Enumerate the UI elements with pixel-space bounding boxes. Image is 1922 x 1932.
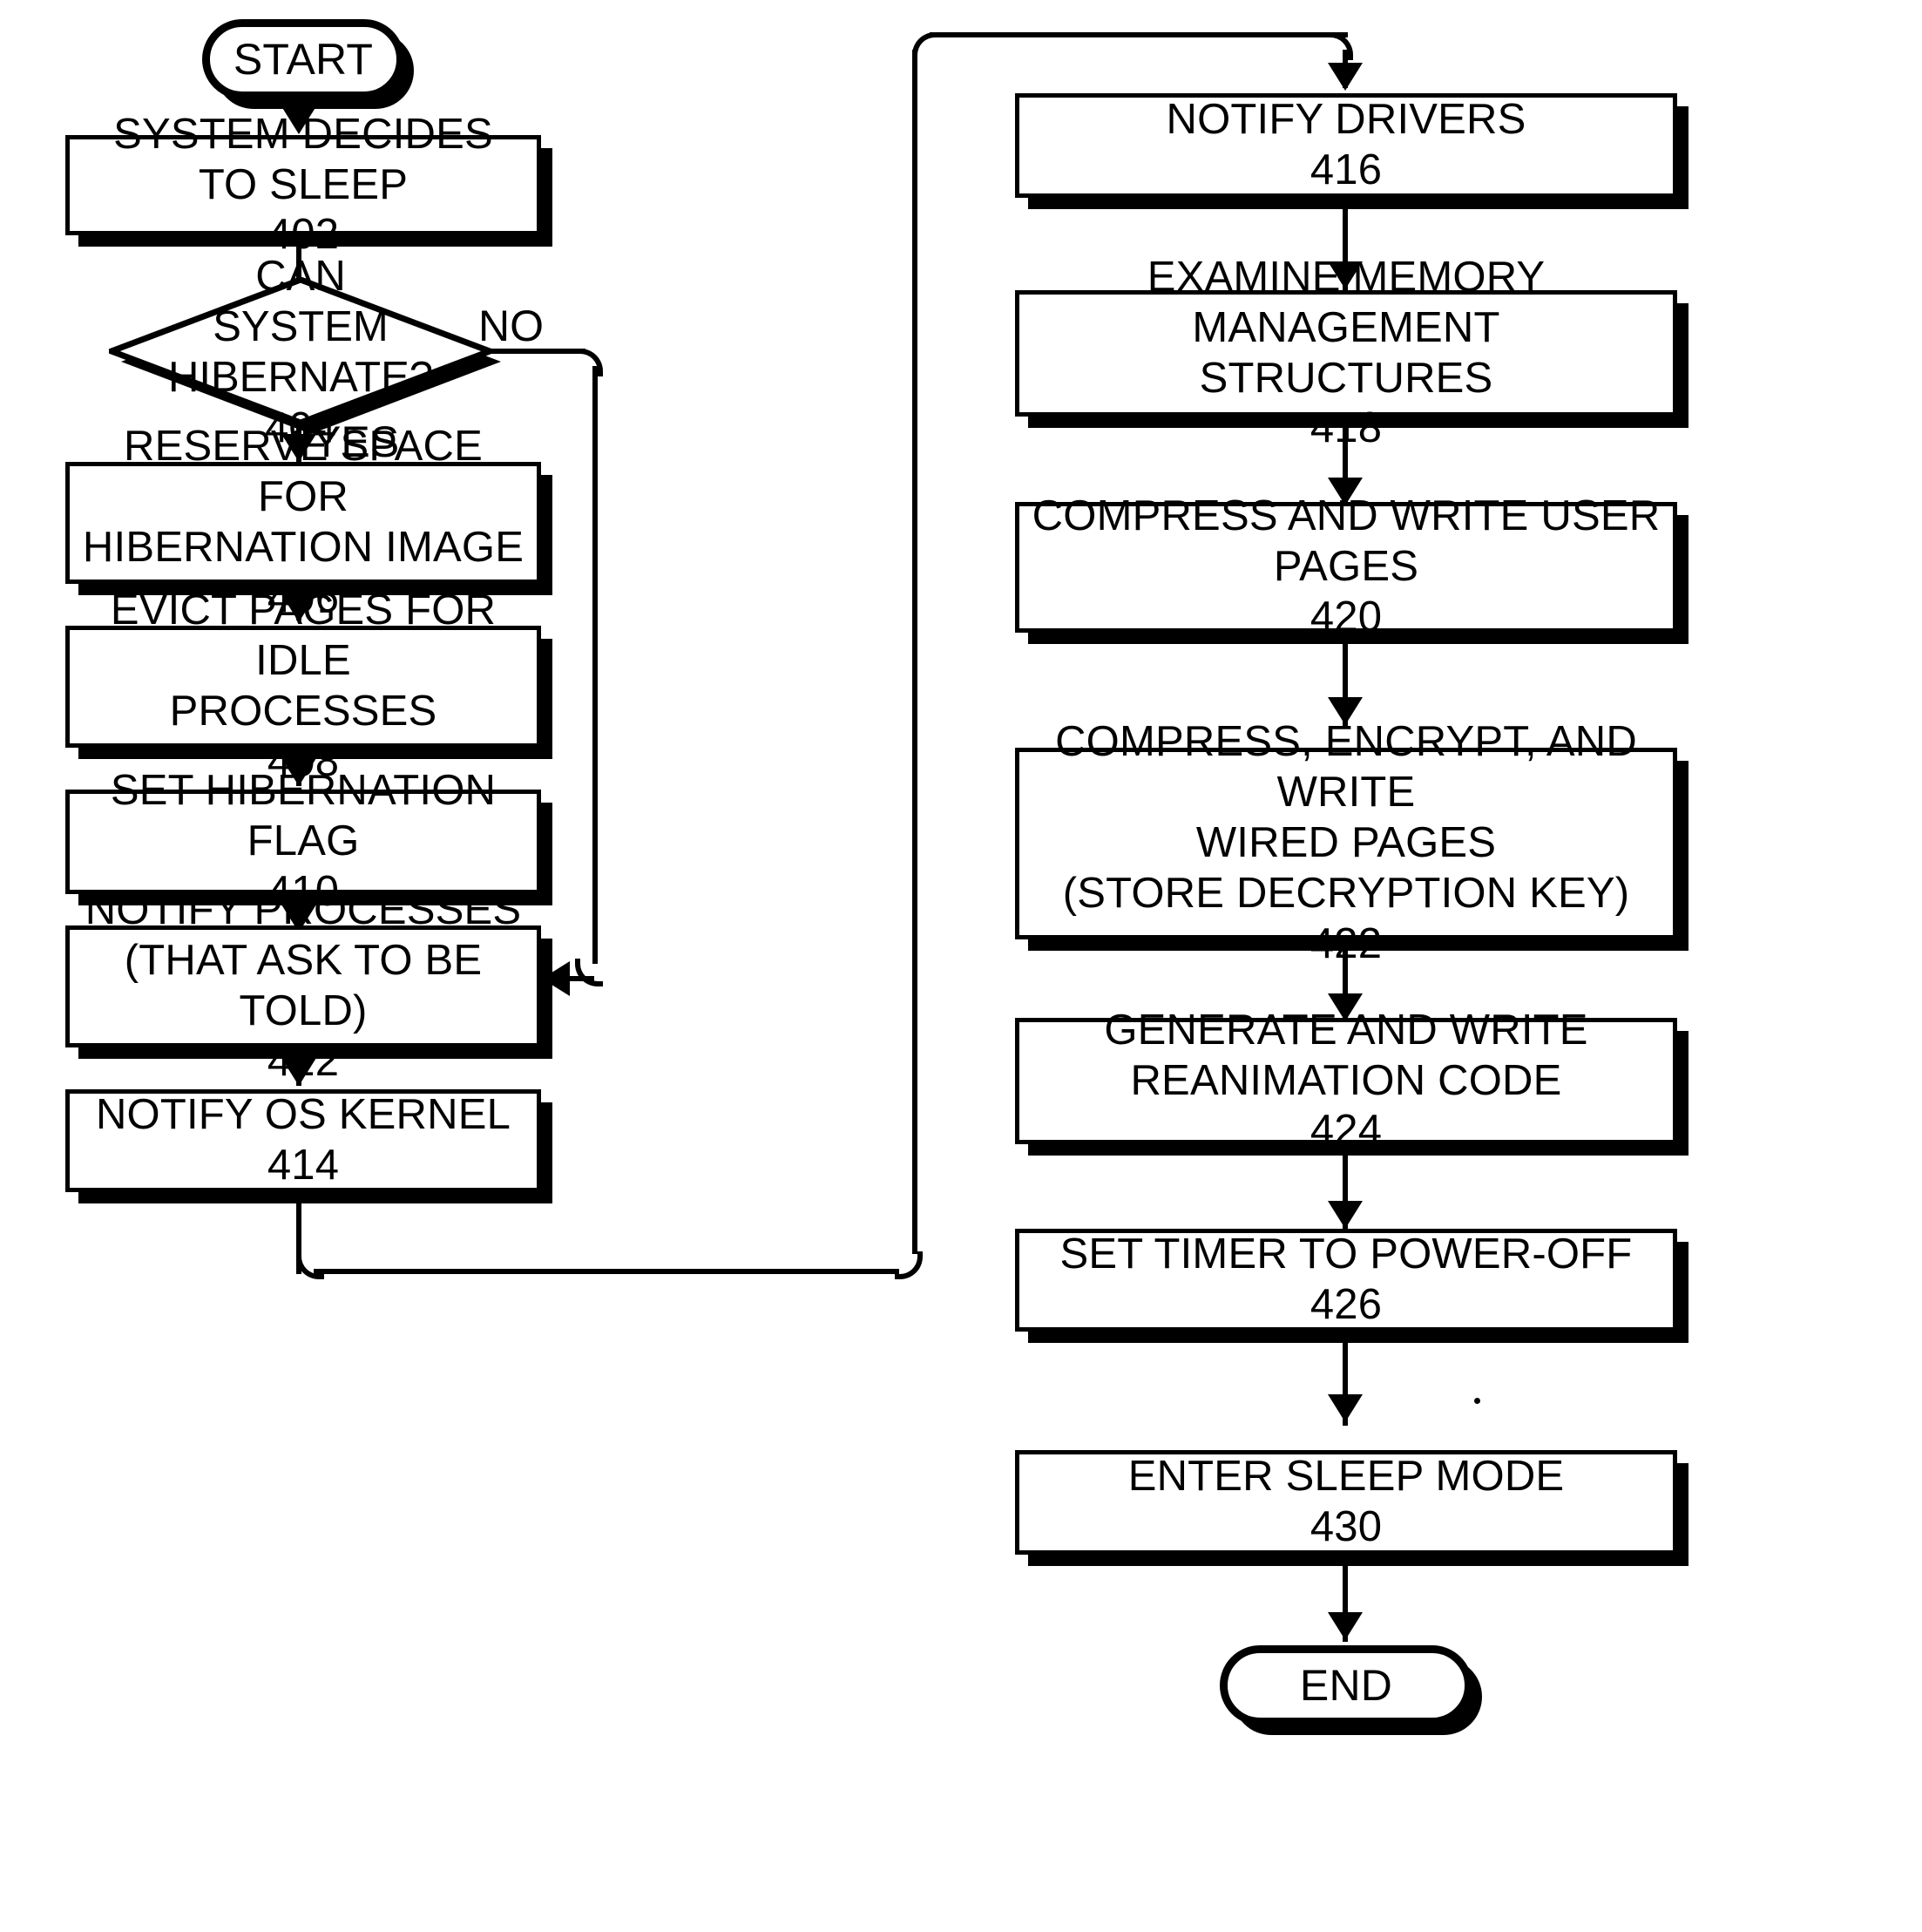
node-424: GENERATE AND WRITE REANIMATION CODE 424	[1015, 1007, 1677, 1154]
node-412-label: NOTIFY PROCESSES (THAT ASK TO BE TOLD) 41…	[85, 886, 522, 1085]
edge-label-no: NO	[478, 302, 544, 350]
node-420: COMPRESS AND WRITE USER PAGES 420	[1015, 492, 1677, 641]
connector-414-corner-bl	[296, 1251, 324, 1279]
node-408: EVICT PAGES FOR IDLE PROCESSES 408	[65, 586, 541, 785]
connector-414-seg-h2	[930, 32, 1348, 37]
node-416: NOTIFY DRIVERS 416	[1015, 93, 1677, 198]
scan-speck	[1474, 1398, 1480, 1404]
edge-label-yes: YES	[312, 417, 400, 466]
arrowhead-no-into-412	[542, 961, 570, 996]
node-424-label: GENERATE AND WRITE REANIMATION CODE 424	[1104, 1006, 1588, 1155]
node-406: RESERVE SPACE FOR HIBERNATION IMAGE 406	[65, 423, 541, 621]
arrowhead-426-to-430	[1328, 1394, 1363, 1422]
arrowhead-430-to-end	[1328, 1612, 1363, 1640]
node-404-label: CAN SYSTEM HIBERNATE? 404	[167, 253, 434, 451]
node-422: COMPRESS, ENCRYPT, AND WRITE WIRED PAGES…	[1015, 718, 1677, 967]
node-end: END	[1220, 1645, 1472, 1725]
flowchart-canvas: START SYSTEM DECIDES TO SLEEP 402 CAN SYS…	[0, 0, 1922, 1932]
node-420-label: COMPRESS AND WRITE USER PAGES 420	[1032, 492, 1661, 641]
node-404: CAN SYSTEM HIBERNATE? 404	[109, 253, 501, 451]
connector-no-seg-v	[592, 366, 598, 964]
connector-414-corner-br	[895, 1251, 923, 1279]
node-430-label: ENTER SLEEP MODE 430	[1127, 1453, 1565, 1550]
node-414: NOTIFY OS KERNEL 414	[65, 1089, 541, 1192]
node-408-label: EVICT PAGES FOR IDLE PROCESSES 408	[110, 586, 497, 785]
node-start-label: START	[233, 34, 374, 84]
node-end-label: END	[1299, 1660, 1393, 1710]
connector-414-seg-v2	[912, 50, 917, 1254]
node-422-label: COMPRESS, ENCRYPT, AND WRITE WIRED PAGES…	[1055, 718, 1637, 967]
connector-no-corner-bl	[575, 959, 603, 986]
node-start: START	[202, 19, 404, 99]
node-416-label: NOTIFY DRIVERS 416	[1166, 96, 1526, 193]
node-402-label: SYSTEM DECIDES TO SLEEP 402	[113, 110, 493, 259]
node-418: EXAMINE MEMORY MANAGEMENT STRUCTURES 418	[1015, 254, 1677, 451]
node-412: NOTIFY PROCESSES (THAT ASK TO BE TOLD) 41…	[65, 886, 541, 1085]
node-410: SET HIBERNATION FLAG 410	[65, 767, 541, 915]
connector-414-corner-tr	[1325, 32, 1353, 60]
arrowhead-424-to-426	[1328, 1201, 1363, 1229]
node-414-label: NOTIFY OS KERNEL 414	[95, 1091, 511, 1189]
connector-414-seg-h1	[314, 1269, 899, 1274]
arrowhead-into-416	[1328, 63, 1363, 91]
node-430: ENTER SLEEP MODE 430	[1015, 1450, 1677, 1555]
node-402: SYSTEM DECIDES TO SLEEP 402	[65, 111, 541, 258]
node-426: SET TIMER TO POWER-OFF 426	[1015, 1229, 1677, 1332]
connector-no-corner-tr	[575, 349, 603, 376]
node-418-label: EXAMINE MEMORY MANAGEMENT STRUCTURES 418	[1147, 253, 1546, 452]
node-426-label: SET TIMER TO POWER-OFF 426	[1059, 1230, 1633, 1328]
